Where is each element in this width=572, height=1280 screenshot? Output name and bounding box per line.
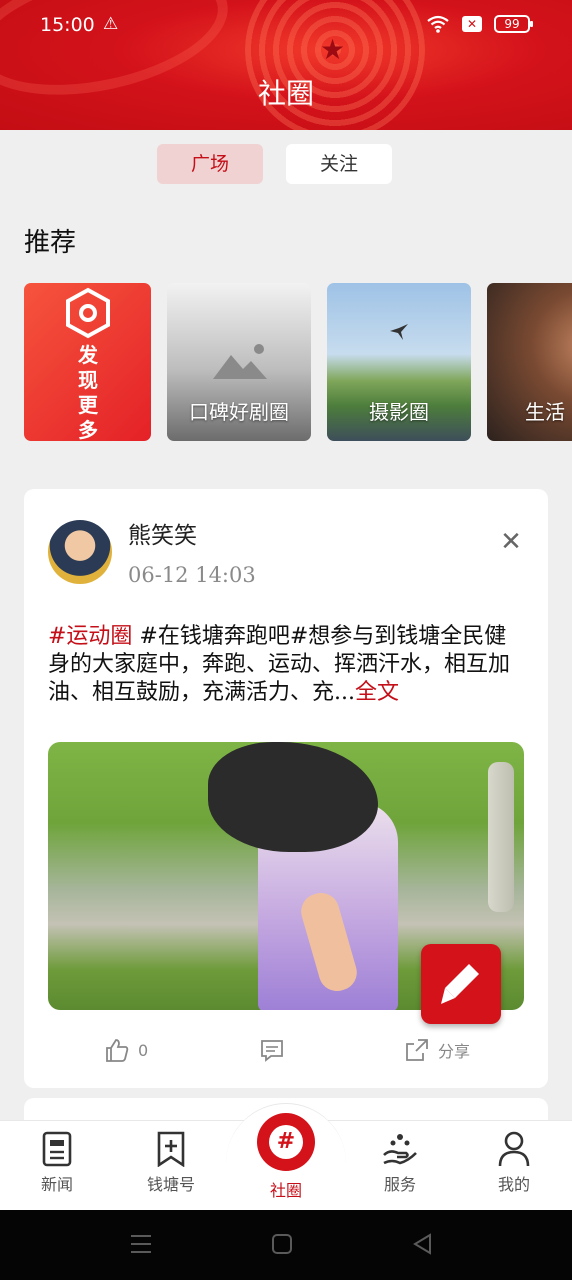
tile-life-circle[interactable]: 生活: [487, 283, 572, 441]
nav-item-service[interactable]: 服务: [360, 1131, 440, 1195]
hashtag-icon: #: [257, 1113, 315, 1171]
user-icon: [498, 1131, 530, 1167]
compose-button[interactable]: [421, 944, 501, 1024]
tile-label: 摄影圈: [369, 400, 429, 424]
like-count: 0: [138, 1040, 149, 1060]
header-banner: ★ 15:00 ⚠ ✕ 99 社圈: [0, 0, 572, 130]
tile-label: 口碑好剧圈: [189, 400, 289, 424]
avatar[interactable]: [48, 520, 112, 584]
tile-label: 发现更多: [78, 343, 98, 441]
page-title: 社圈: [257, 77, 314, 110]
bird-icon: [390, 324, 408, 340]
nav-item-mine[interactable]: 我的: [474, 1131, 554, 1195]
nav-label: 新闻: [40, 1175, 73, 1194]
image-placeholder-icon: [213, 344, 267, 379]
battery-icon: 99: [494, 15, 533, 33]
comment-button[interactable]: [259, 1037, 285, 1063]
post-hashtag[interactable]: #运动圈: [48, 624, 132, 649]
tab-plaza[interactable]: 广场: [157, 144, 263, 184]
post-author[interactable]: 熊笑笑: [128, 516, 197, 550]
system-nav-bar: [0, 1210, 572, 1280]
share-icon: [406, 1039, 428, 1061]
nav-item-circle[interactable]: # 社圈: [246, 1113, 326, 1201]
post-text[interactable]: #运动圈 #在钱塘奔跑吧#想参与到钱塘全民健身的大家庭中，奔跑、运动、挥洒汗水，…: [48, 623, 528, 707]
nav-label: 服务: [383, 1175, 416, 1194]
home-icon[interactable]: [272, 1232, 292, 1256]
post-time: 06-12 14:03: [128, 563, 256, 587]
pencil-icon: [441, 964, 479, 1004]
close-icon[interactable]: ✕: [498, 529, 524, 555]
nav-label: 钱塘号: [146, 1175, 195, 1194]
tab-follow[interactable]: 关注: [286, 144, 392, 184]
nav-item-qiantanghao[interactable]: 钱塘号: [131, 1131, 211, 1195]
tile-drama-circle[interactable]: 口碑好剧圈: [167, 283, 311, 441]
star-icon: ★: [320, 33, 346, 66]
read-more-link[interactable]: 全文: [355, 680, 399, 705]
newspaper-icon: [42, 1131, 72, 1167]
comment-icon: [261, 1040, 283, 1062]
nav-label: 社圈: [269, 1181, 302, 1200]
share-button[interactable]: 分享: [404, 1037, 470, 1063]
status-time: 15:00: [40, 14, 95, 36]
menu-icon[interactable]: [130, 1232, 152, 1256]
recommend-title: 推荐: [24, 228, 77, 258]
like-button[interactable]: 0: [104, 1037, 148, 1063]
back-icon[interactable]: [412, 1232, 432, 1256]
thumbs-up-icon: [106, 1039, 129, 1062]
nav-label: 我的: [497, 1175, 530, 1194]
hexagon-icon: [66, 287, 110, 339]
battery-level: 99: [504, 17, 520, 31]
tile-photography-circle[interactable]: 摄影圈: [327, 283, 471, 441]
bookmark-plus-icon: [157, 1131, 185, 1167]
service-hand-icon: [383, 1134, 417, 1165]
tile-discover-more[interactable]: 发现更多: [24, 283, 151, 441]
tile-label: 生活: [525, 400, 565, 424]
no-sim-icon: ✕: [462, 16, 482, 32]
image-tree: [488, 762, 514, 912]
warning-icon: ⚠: [103, 14, 119, 34]
post-card[interactable]: 熊笑笑 06-12 14:03 ✕ #运动圈 #在钱塘奔跑吧#想参与到钱塘全民健…: [24, 489, 548, 1088]
nav-item-news[interactable]: 新闻: [17, 1131, 97, 1195]
image-hair: [208, 742, 378, 852]
post-actions: 0 分享: [24, 1037, 548, 1073]
status-icons: ✕ 99: [426, 14, 533, 34]
share-label: 分享: [438, 1042, 471, 1061]
wifi-icon: [427, 15, 449, 33]
bottom-nav: 新闻 钱塘号 # 社圈 服务 我的: [0, 1103, 572, 1210]
recommend-carousel[interactable]: 发现更多 口碑好剧圈 摄影圈 生活: [24, 283, 572, 441]
